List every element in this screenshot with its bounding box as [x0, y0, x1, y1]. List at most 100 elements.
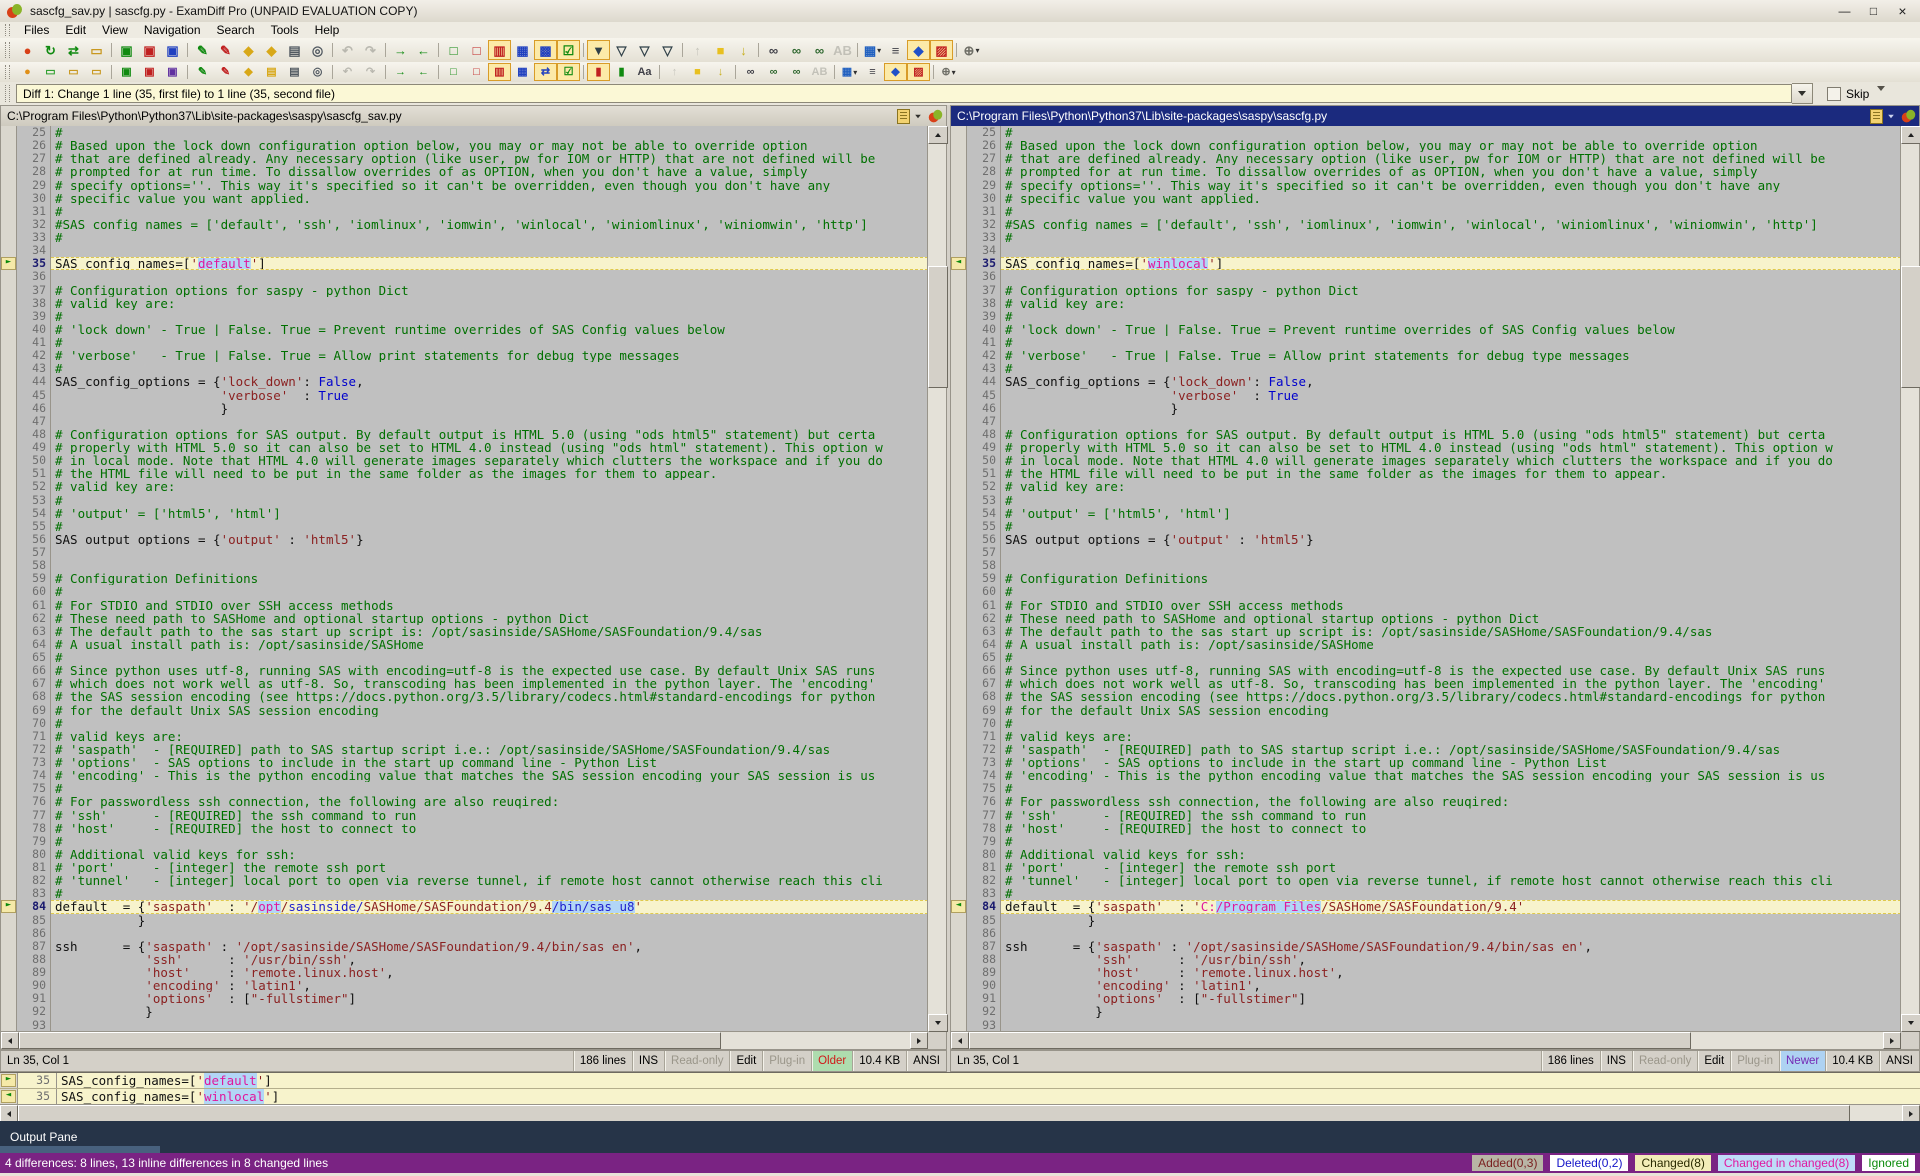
block-grid-icon[interactable]: ▦ — [511, 63, 534, 81]
code-text[interactable]: # 'options' - SAS options to include in … — [1001, 756, 1901, 769]
search-icon[interactable]: ◎ — [306, 40, 329, 60]
edit-mode-2-icon[interactable]: ▨ — [907, 63, 930, 81]
code-text[interactable]: # — [51, 494, 928, 507]
code-text[interactable]: # — [1001, 782, 1901, 795]
find-next-icon[interactable]: ∞ — [785, 40, 808, 60]
code-text[interactable]: # — [51, 336, 928, 349]
code-text[interactable]: # For passwordless ssh connection, the f… — [51, 795, 928, 808]
code-text[interactable] — [1001, 1019, 1901, 1032]
block-identical-icon[interactable]: □ — [442, 63, 465, 81]
second-file-header[interactable]: C:\Program Files\Python\Python37\Lib\sit… — [951, 106, 1919, 127]
layout-icon[interactable]: ▦▾ — [861, 40, 884, 60]
menu-search[interactable]: Search — [209, 22, 263, 38]
code-text[interactable]: # For STDIO and STDIO over SSH access me… — [51, 599, 928, 612]
edit-mode-icon[interactable]: ▨ — [930, 40, 953, 60]
code-text[interactable]: # The default path to the sas start up s… — [51, 625, 928, 638]
code-text[interactable]: # 'port' - [integer] the remote ssh port — [1001, 861, 1901, 874]
code-text[interactable]: 'options' : ["-fullstimer"] — [51, 992, 928, 1005]
code-text[interactable]: 'verbose' : True — [1001, 389, 1901, 402]
menu-files[interactable]: Files — [16, 22, 57, 38]
code-text[interactable]: # Additional valid keys for ssh: — [51, 848, 928, 861]
second-vertical-scrollbar[interactable] — [1900, 126, 1919, 1032]
save-second-2-icon[interactable]: ▣ — [138, 63, 161, 81]
code-text[interactable] — [1001, 546, 1901, 559]
plugins-icon[interactable]: ◆ — [907, 40, 930, 60]
copy-block-first-icon[interactable]: ◆ — [237, 63, 260, 81]
menu-edit[interactable]: Edit — [57, 22, 94, 38]
code-text[interactable]: # 'saspath' - [REQUIRED] path to SAS sta… — [1001, 743, 1901, 756]
code-text[interactable]: default = {'saspath' : '/opt/sasinside/S… — [51, 900, 928, 913]
code-text[interactable] — [51, 270, 928, 283]
open-session-icon[interactable]: ▭ — [85, 63, 108, 81]
menu-view[interactable]: View — [94, 22, 136, 38]
current-change-icon[interactable]: ■ — [709, 40, 732, 60]
toolbar-grip[interactable] — [5, 42, 10, 59]
code-text[interactable]: # — [1001, 585, 1901, 598]
code-text[interactable]: } — [1001, 1005, 1901, 1018]
code-text[interactable]: 'host' : 'remote.linux.host', — [51, 966, 928, 979]
output-pane-tab[interactable] — [0, 1146, 160, 1153]
code-text[interactable]: # 'options' - SAS options to include in … — [51, 756, 928, 769]
code-text[interactable] — [51, 546, 928, 559]
save-both-icon[interactable]: ▣ — [161, 40, 184, 60]
copy-path-icon[interactable] — [1870, 109, 1883, 124]
code-text[interactable]: # — [1001, 126, 1901, 139]
find-next-2-icon[interactable]: ∞ — [762, 63, 785, 81]
show-different-icon[interactable]: □ — [465, 40, 488, 60]
code-text[interactable]: # 'verbose' - True | False. True = Allow… — [51, 349, 928, 362]
copy-to-first-icon[interactable]: ← — [412, 63, 435, 81]
code-text[interactable]: SAS_config_options = {'lock_down': False… — [1001, 375, 1901, 388]
find-2-icon[interactable]: ∞ — [739, 63, 762, 81]
code-text[interactable]: 'ssh' : '/usr/bin/ssh', — [1001, 953, 1901, 966]
code-text[interactable]: # For passwordless ssh connection, the f… — [1001, 795, 1901, 808]
show-identical-icon[interactable]: □ — [442, 40, 465, 60]
code-text[interactable]: # Configuration Definitions — [51, 572, 928, 585]
edit-second-icon[interactable]: ✎ — [214, 40, 237, 60]
code-text[interactable]: } — [1001, 914, 1901, 927]
prev-change-2-icon[interactable]: ↑ — [663, 63, 686, 81]
find-prev-icon[interactable]: ∞ — [808, 40, 831, 60]
scrollbar-thumb[interactable] — [19, 1032, 721, 1049]
print-icon[interactable]: ▤ — [283, 40, 306, 60]
code-text[interactable]: } — [51, 914, 928, 927]
code-text[interactable]: # — [51, 126, 928, 139]
code-text[interactable]: SAS_output_options = {'output' : 'html5'… — [1001, 533, 1901, 546]
code-text[interactable]: # — [1001, 717, 1901, 730]
preview-icon[interactable]: ◎ — [306, 63, 329, 81]
next-change-2-icon[interactable]: ↓ — [709, 63, 732, 81]
code-text[interactable]: # valid keys are: — [1001, 730, 1901, 743]
toolbar-grip[interactable] — [5, 65, 10, 79]
code-text[interactable]: #SAS_config_names = ['default', 'ssh', '… — [51, 218, 928, 231]
code-text[interactable] — [51, 559, 928, 572]
code-text[interactable]: # — [1001, 651, 1901, 664]
output-pane-bar[interactable]: Output Pane — [0, 1121, 1920, 1153]
skip-checkbox-group[interactable]: Skip — [1827, 87, 1869, 101]
copy-to-second-icon[interactable]: → — [389, 63, 412, 81]
code-text[interactable]: # the HTML file will need to be put in t… — [1001, 467, 1901, 480]
code-text[interactable]: # — [1001, 835, 1901, 848]
code-text[interactable]: # — [51, 835, 928, 848]
maximize-button[interactable]: □ — [1860, 2, 1887, 20]
diff-pane-row-second[interactable]: ◄35SAS_config_names=['winlocal'] — [0, 1089, 1920, 1105]
code-text[interactable]: # — [51, 782, 928, 795]
code-text[interactable]: # Based upon the lock_down configuration… — [51, 139, 928, 152]
block-different-icon[interactable]: □ — [465, 63, 488, 81]
code-text[interactable]: # valid key are: — [1001, 297, 1901, 310]
code-text[interactable]: # 'tunnel' - [integer] local port to ope… — [51, 874, 928, 887]
merge-first-icon[interactable]: ◆ — [237, 40, 260, 60]
code-text[interactable]: # Configuration Definitions — [1001, 572, 1901, 585]
show-grid-icon[interactable]: ▦ — [511, 40, 534, 60]
menu-navigation[interactable]: Navigation — [136, 22, 209, 38]
code-text[interactable]: # 'saspath' - [REQUIRED] path to SAS sta… — [51, 743, 928, 756]
code-text[interactable]: ssh = {'saspath' : '/opt/sasinside/SASHo… — [1001, 940, 1901, 953]
code-text[interactable]: SAS_config_names=['winlocal'] — [1001, 257, 1901, 270]
code-text[interactable]: # — [1001, 362, 1901, 375]
filter-all-icon[interactable]: ▼ — [587, 40, 610, 60]
swap-panes-icon[interactable]: ⇄ — [534, 63, 557, 81]
code-text[interactable]: # valid key are: — [51, 480, 928, 493]
code-text[interactable] — [1001, 927, 1901, 940]
code-text[interactable]: # 'verbose' - True | False. True = Allow… — [1001, 349, 1901, 362]
code-text[interactable] — [51, 1019, 928, 1032]
code-text[interactable]: # — [51, 362, 928, 375]
code-text[interactable] — [1001, 559, 1901, 572]
